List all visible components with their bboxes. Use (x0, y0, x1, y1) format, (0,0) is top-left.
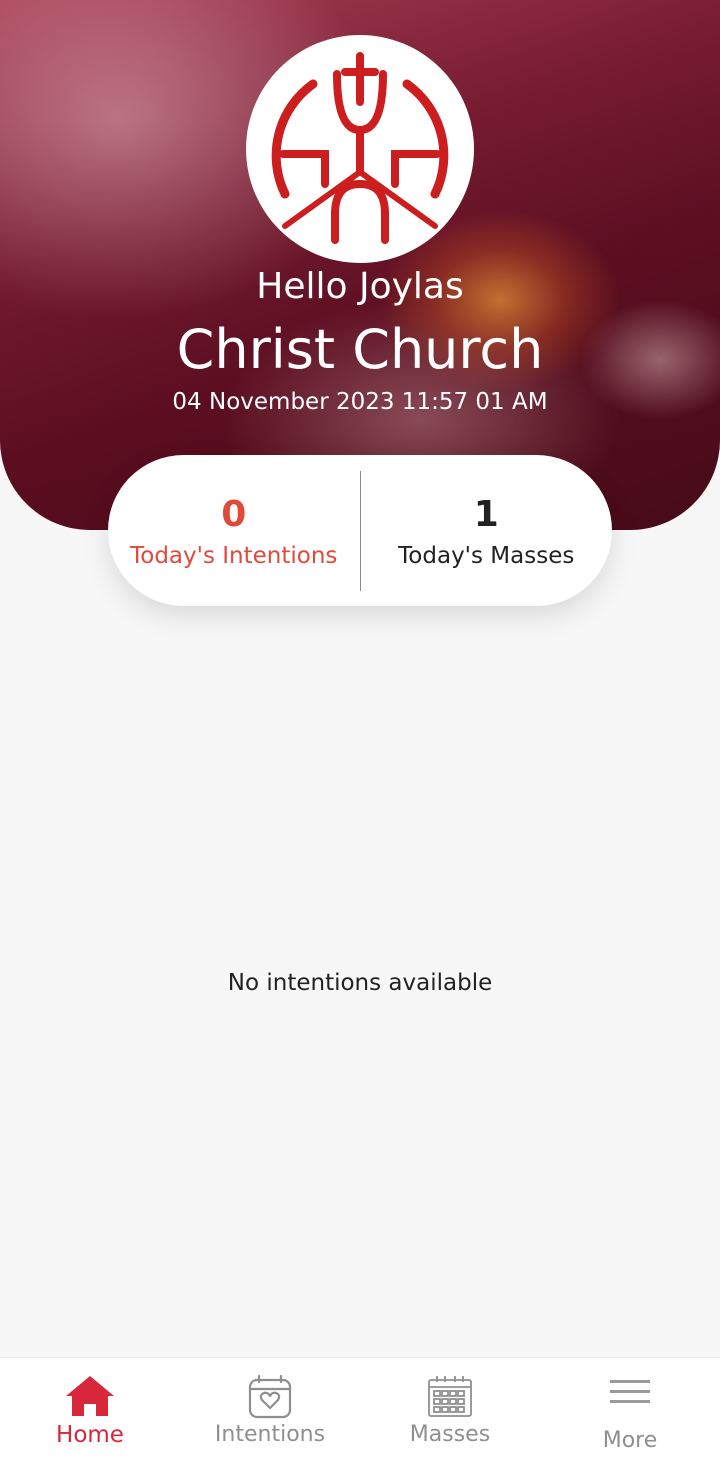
calendar-heart-icon (180, 1374, 360, 1420)
bottom-navigation: Home Intentions Masses More (0, 1357, 720, 1467)
nav-home[interactable]: Home (0, 1358, 180, 1467)
church-name: Christ Church (176, 318, 544, 381)
nav-more-label: More (602, 1428, 658, 1453)
masses-count: 1 (473, 493, 499, 535)
nav-intentions[interactable]: Intentions (180, 1358, 360, 1467)
nav-home-label: Home (56, 1422, 124, 1448)
nav-masses[interactable]: Masses (360, 1358, 540, 1467)
nav-masses-label: Masses (409, 1422, 491, 1447)
todays-intentions-stat[interactable]: 0 Today's Intentions (108, 455, 360, 606)
nav-intentions-label: Intentions (214, 1422, 326, 1447)
masses-label: Today's Masses (398, 542, 575, 569)
intentions-count: 0 (221, 493, 247, 535)
church-logo (246, 35, 474, 263)
calendar-grid-icon (360, 1374, 540, 1418)
empty-state-message: No intentions available (227, 970, 493, 996)
intentions-label: Today's Intentions (130, 542, 338, 569)
home-icon (0, 1374, 180, 1418)
nav-more[interactable]: More (540, 1358, 720, 1467)
stats-card: 0 Today's Intentions 1 Today's Masses (108, 455, 612, 606)
todays-masses-stat[interactable]: 1 Today's Masses (361, 455, 613, 606)
app-screen: Hello Joylas Christ Church 04 November 2… (0, 0, 720, 1467)
date-time: 04 November 2023 11:57 01 AM (172, 389, 548, 415)
church-logo-icon (271, 52, 449, 244)
greeting-text: Hello Joylas (256, 266, 464, 307)
menu-icon (540, 1374, 720, 1408)
